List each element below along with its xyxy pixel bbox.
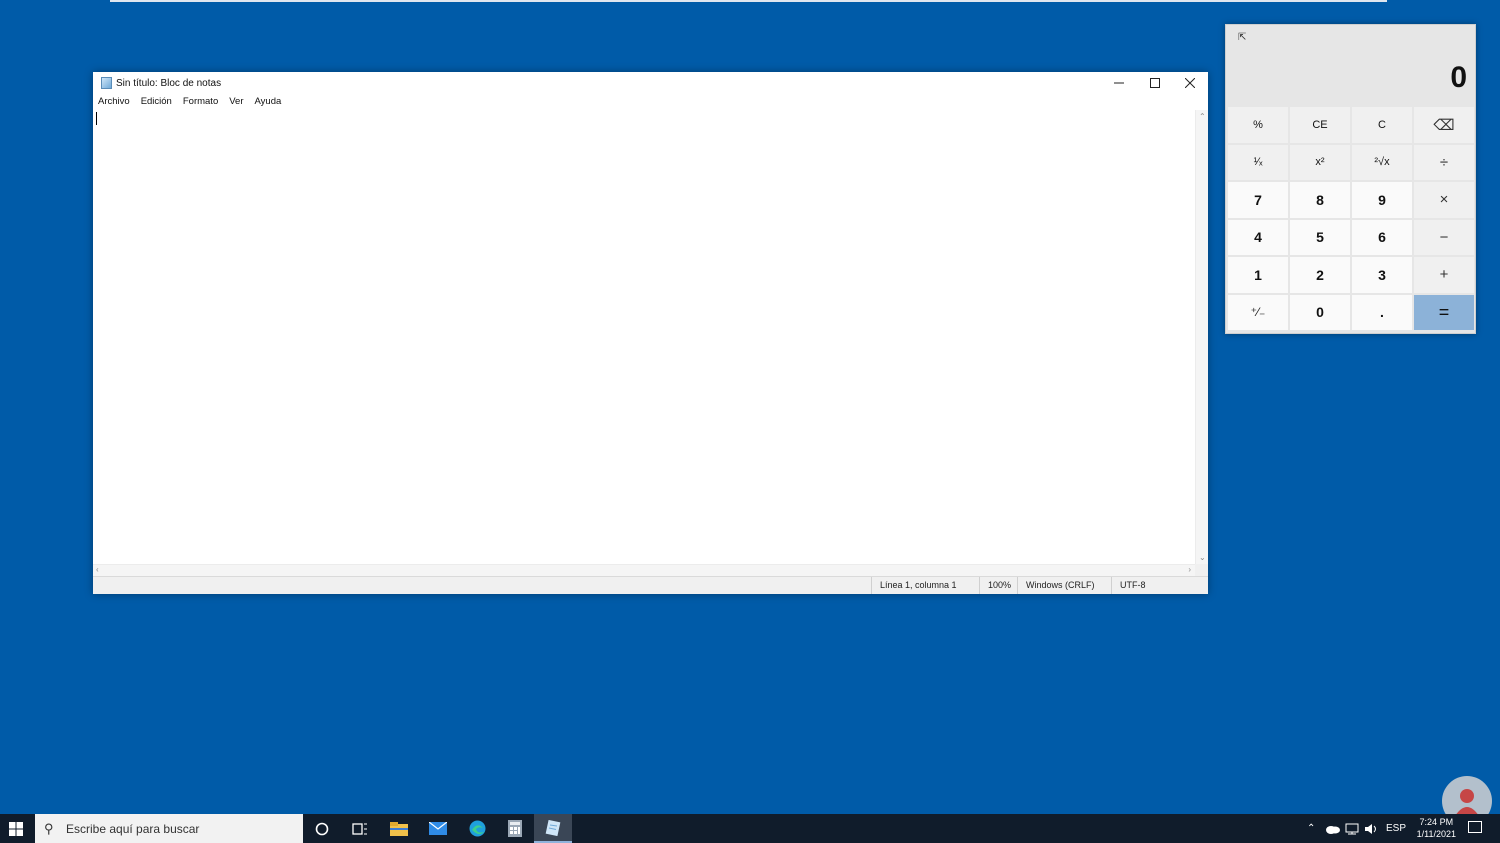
- task-view-button[interactable]: [341, 814, 379, 843]
- notepad-menubar: Archivo Edición Formato Ver Ayuda: [93, 94, 1208, 110]
- taskbar: ⚲ Escribe aquí para buscar ⌃ ESP 7:24 PM…: [0, 814, 1500, 843]
- digit-6-key[interactable]: 6: [1352, 219, 1412, 255]
- digit-0-key[interactable]: 0: [1290, 294, 1350, 330]
- windows-logo-icon: [9, 821, 23, 836]
- notifications-icon[interactable]: [1468, 821, 1482, 833]
- minimize-button[interactable]: [1101, 72, 1137, 94]
- network-icon: [1345, 823, 1359, 834]
- chevron-up-icon: ⌃: [1307, 823, 1316, 834]
- menu-edicion[interactable]: Edición: [141, 94, 172, 110]
- menu-ver[interactable]: Ver: [229, 94, 243, 110]
- percent-key[interactable]: %: [1228, 107, 1288, 143]
- equals-key[interactable]: =: [1414, 294, 1474, 330]
- scroll-down-icon[interactable]: ⌄: [1199, 553, 1206, 562]
- close-icon: [1185, 78, 1195, 88]
- square-key[interactable]: x²: [1290, 144, 1350, 180]
- close-button[interactable]: [1172, 72, 1208, 94]
- status-line-ending: Windows (CRLF): [1017, 577, 1111, 594]
- notepad-title: Sin título: Bloc de notas: [116, 78, 222, 89]
- digit-5-key[interactable]: 5: [1290, 219, 1350, 255]
- digit-7-key[interactable]: 7: [1228, 182, 1288, 218]
- mail-icon: [429, 822, 447, 835]
- status-position: Línea 1, columna 1: [871, 577, 981, 594]
- digit-3-key[interactable]: 3: [1352, 257, 1412, 293]
- clock-time: 7:24 PM: [1419, 817, 1454, 827]
- square-root-key[interactable]: ²√x: [1352, 144, 1412, 180]
- scroll-left-icon[interactable]: ‹: [96, 565, 99, 574]
- clear-entry-key[interactable]: CE: [1290, 107, 1350, 143]
- multiply-key[interactable]: ×: [1414, 182, 1474, 218]
- menu-formato[interactable]: Formato: [183, 94, 218, 110]
- scroll-up-icon[interactable]: ⌃: [1199, 112, 1206, 121]
- notepad-text-area[interactable]: [93, 110, 1195, 564]
- maximize-icon: [1150, 78, 1160, 88]
- file-explorer-button[interactable]: [380, 814, 418, 843]
- menu-archivo[interactable]: Archivo: [98, 94, 130, 110]
- horizontal-scrollbar[interactable]: ‹ ›: [93, 564, 1195, 576]
- subtract-key[interactable]: −: [1414, 219, 1474, 255]
- show-hidden-icons-button[interactable]: ⌃: [1307, 814, 1315, 843]
- speaker-icon: [1365, 823, 1376, 834]
- language-indicator[interactable]: ESP: [1386, 814, 1406, 843]
- volume-button[interactable]: [1364, 814, 1379, 843]
- digit-4-key[interactable]: 4: [1228, 219, 1288, 255]
- task-view-icon: [352, 822, 367, 835]
- mail-button[interactable]: [419, 814, 457, 843]
- cortana-circle-icon: [315, 822, 329, 835]
- edge-icon: [469, 820, 485, 837]
- watermark-icon: [1455, 789, 1479, 816]
- search-icon: ⚲: [44, 821, 54, 836]
- divide-key[interactable]: ÷: [1414, 144, 1474, 180]
- maximize-button[interactable]: [1137, 72, 1173, 94]
- search-placeholder: Escribe aquí para buscar: [66, 822, 200, 836]
- decimal-key[interactable]: .: [1352, 294, 1412, 330]
- clock-date: 1/11/2021: [1416, 829, 1456, 839]
- edge-button[interactable]: [458, 814, 496, 843]
- folder-icon: [390, 821, 408, 836]
- network-button[interactable]: [1345, 814, 1359, 843]
- backspace-key[interactable]: ⌫: [1414, 107, 1474, 143]
- clear-key[interactable]: C: [1352, 107, 1412, 143]
- digit-9-key[interactable]: 9: [1352, 182, 1412, 218]
- taskbar-clock[interactable]: 7:24 PM 1/11/2021: [1417, 816, 1456, 840]
- desktop-top-edge: [110, 0, 1387, 2]
- onedrive-button[interactable]: [1325, 814, 1340, 843]
- status-encoding: UTF-8: [1111, 577, 1195, 594]
- calculator-display: 0: [1450, 61, 1467, 94]
- digit-2-key[interactable]: 2: [1290, 257, 1350, 293]
- notepad-app-icon: [101, 77, 112, 89]
- minimize-icon: [1114, 82, 1124, 84]
- notepad-titlebar[interactable]: Sin título: Bloc de notas: [93, 72, 1208, 94]
- cortana-button[interactable]: [303, 814, 341, 843]
- calculator-taskbar-button[interactable]: [496, 814, 534, 843]
- taskbar-search-box[interactable]: ⚲ Escribe aquí para buscar: [35, 814, 303, 843]
- cloud-icon: [1326, 825, 1340, 834]
- digit-8-key[interactable]: 8: [1290, 182, 1350, 218]
- status-zoom: 100%: [979, 577, 1019, 594]
- scrollbar-corner: [1195, 564, 1208, 576]
- negate-key[interactable]: ⁺⁄₋: [1228, 294, 1288, 330]
- calculator-keypad: % CE C ⌫ ¹⁄ₓ x² ²√x ÷ 7 8 9 × 4 5 6 − 1 …: [1228, 107, 1474, 330]
- language-label: ESP: [1386, 823, 1407, 834]
- notepad-statusbar: Línea 1, columna 1 100% Windows (CRLF) U…: [93, 576, 1208, 594]
- notepad-taskbar-button[interactable]: [534, 814, 572, 843]
- vertical-scrollbar[interactable]: ⌃ ⌄: [1195, 110, 1208, 564]
- calculator-icon: [508, 820, 522, 837]
- reciprocal-key[interactable]: ¹⁄ₓ: [1228, 144, 1288, 180]
- keep-on-top-icon[interactable]: ⇱: [1238, 33, 1248, 43]
- start-button[interactable]: [0, 814, 32, 843]
- menu-ayuda[interactable]: Ayuda: [255, 94, 282, 110]
- notepad-window: Sin título: Bloc de notas Archivo Edició…: [93, 72, 1208, 594]
- text-caret: [96, 112, 97, 125]
- scroll-right-icon[interactable]: ›: [1188, 565, 1191, 574]
- notepad-icon: [545, 819, 561, 836]
- add-key[interactable]: +: [1414, 257, 1474, 293]
- digit-1-key[interactable]: 1: [1228, 257, 1288, 293]
- calculator-window: ⇱ 0 % CE C ⌫ ¹⁄ₓ x² ²√x ÷ 7 8 9 × 4 5 6 …: [1225, 24, 1476, 334]
